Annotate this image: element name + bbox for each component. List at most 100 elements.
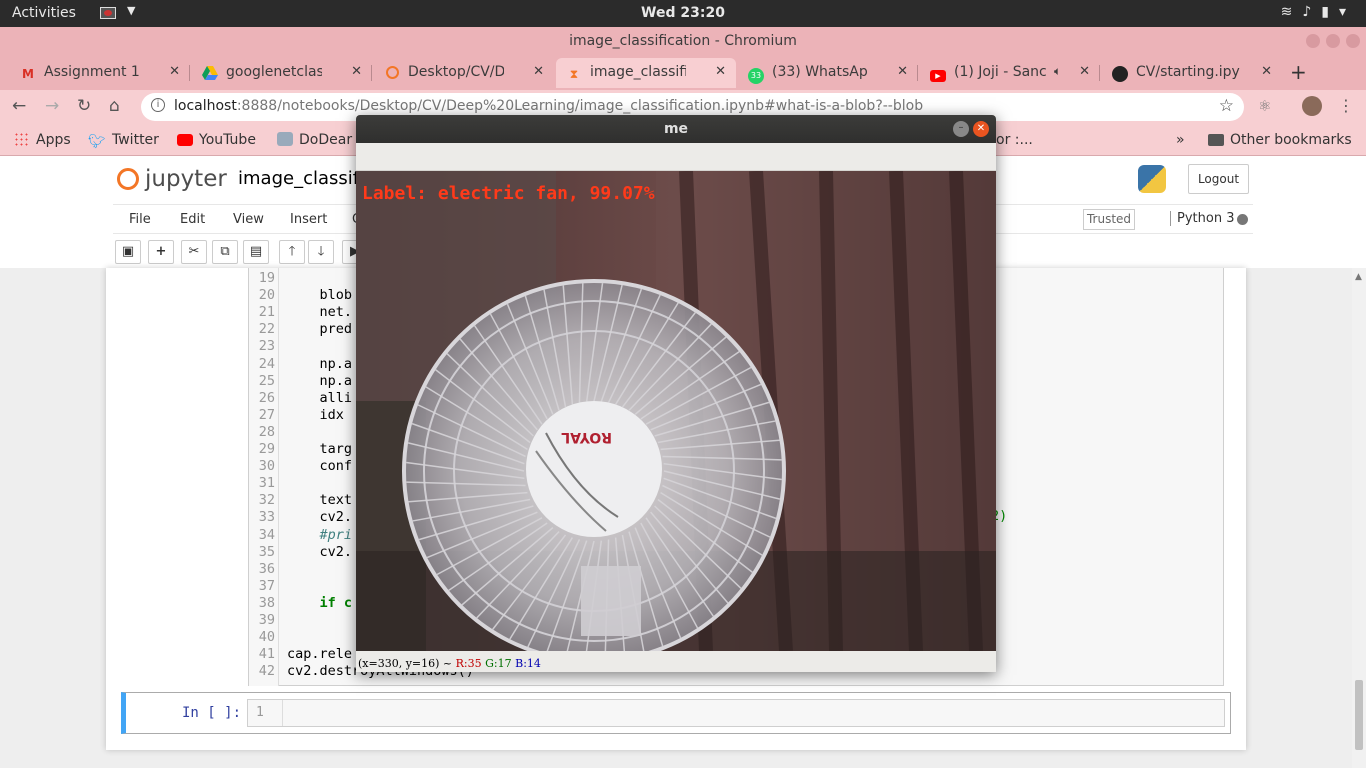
youtube-icon: ▶ <box>930 66 946 82</box>
site-info-icon[interactable]: i <box>151 98 165 112</box>
close-tab-icon[interactable]: ✕ <box>169 64 180 79</box>
close-tab-icon[interactable]: ✕ <box>533 64 544 79</box>
forward-icon[interactable]: → <box>45 96 59 116</box>
line-number: 22 <box>258 321 275 338</box>
tab-whatsapp[interactable]: 33 (33) WhatsApp ✕ <box>738 58 918 88</box>
line-number: 29 <box>258 441 275 457</box>
line-number: 37 <box>258 577 275 594</box>
code-line: cap.rele <box>287 646 353 663</box>
kernel-status-icon <box>1237 214 1248 225</box>
code-line: idx <box>287 406 344 423</box>
cut-icon[interactable]: ✂ <box>181 240 207 264</box>
new-tab-button[interactable]: + <box>1290 60 1307 84</box>
bookmarks-overflow-button[interactable]: » <box>1176 132 1185 148</box>
kernel-name: Python 3 <box>1170 211 1234 226</box>
bookmark-other[interactable]: Other bookmarks <box>1208 132 1352 148</box>
tab-google-drive[interactable]: googlenetclass - G ✕ <box>192 58 372 88</box>
code-line: blob <box>287 287 353 304</box>
logout-button[interactable]: Logout <box>1188 164 1249 194</box>
extension-icon[interactable]: ⚛ <box>1258 97 1271 115</box>
bookmark-star-icon[interactable]: ☆ <box>1219 96 1234 116</box>
bookmark-twitter[interactable]: 🐦︎ Twitter <box>88 132 159 150</box>
bookmark-youtube[interactable]: YouTube <box>177 132 256 148</box>
line-number: 28 <box>258 423 275 440</box>
line-number: 34 <box>258 526 275 543</box>
hourglass-icon: ⧗ <box>569 67 579 81</box>
tab-image-classification[interactable]: ⧗ image_classificat ✕ <box>556 58 736 88</box>
add-cell-icon[interactable]: + <box>148 240 174 264</box>
whatsapp-icon: 33 <box>748 66 764 84</box>
system-tray[interactable]: ≋♪▮▾ <box>1281 4 1356 20</box>
notebook-title[interactable]: image_classifi <box>238 168 364 189</box>
tab-strip: M Assignment 1 - rk ✕ googlenetclass - G… <box>0 56 1366 90</box>
scroll-up-icon[interactable]: ▲ <box>1355 272 1362 282</box>
url-text[interactable]: localhost:8888/notebooks/Desktop/CV/Deep… <box>174 98 923 114</box>
minimize-window-icon[interactable] <box>1306 34 1320 48</box>
close-tab-icon[interactable]: ✕ <box>1079 64 1090 79</box>
menu-file[interactable]: File <box>129 212 151 227</box>
code-line: #pri <box>287 526 353 543</box>
line-number: 39 <box>258 612 275 628</box>
close-tab-icon[interactable]: ✕ <box>897 64 908 79</box>
tab-label: (1) Joji - Sanct <box>954 64 1046 80</box>
empty-code-cell[interactable]: In [ ]: 1 <box>121 692 1231 734</box>
avatar[interactable] <box>1302 96 1322 116</box>
line-number: 23 <box>258 338 275 355</box>
tab-youtube[interactable]: ▶ (1) Joji - Sanct 🔈︎ ✕ <box>920 58 1100 88</box>
code-line: targ <box>287 441 353 457</box>
tab-gmail[interactable]: M Assignment 1 - rk ✕ <box>10 58 190 88</box>
pixel-red-value: R:35 <box>455 657 482 670</box>
jupyter-logo[interactable]: jupyter <box>117 166 227 192</box>
home-icon[interactable]: ⌂ <box>109 96 120 116</box>
line-number: 30 <box>258 458 275 475</box>
close-tab-icon[interactable]: ✕ <box>351 64 362 79</box>
line-number: 27 <box>258 406 275 423</box>
kebab-menu-icon[interactable]: ⋮ <box>1338 96 1354 115</box>
apps-grid-icon <box>14 132 30 146</box>
reload-icon[interactable]: ↻ <box>77 96 91 116</box>
chevron-down-icon: ▾ <box>1338 4 1356 20</box>
line-number: 41 <box>258 646 275 663</box>
bookmark-apps[interactable]: Apps <box>14 132 71 148</box>
move-down-icon[interactable]: 🡓 <box>308 240 334 264</box>
page-scrollbar[interactable]: ▲ <box>1352 268 1366 768</box>
close-tab-icon[interactable]: ✕ <box>715 64 726 79</box>
opencv-window-titlebar[interactable]: me – ✕ <box>356 115 996 143</box>
line-number: 31 <box>258 475 275 492</box>
github-icon <box>1112 66 1128 82</box>
save-icon[interactable]: ▣ <box>115 240 141 264</box>
move-up-icon[interactable]: 🡑 <box>279 240 305 264</box>
menu-view[interactable]: View <box>233 212 264 227</box>
close-icon[interactable]: ✕ <box>973 121 989 137</box>
volume-icon: ♪ <box>1302 4 1322 20</box>
folder-icon <box>1208 134 1224 146</box>
webcam-frame[interactable]: ROYAL Label: electric fan, 99.07% <box>356 171 996 651</box>
code-line: np.a <box>287 355 353 372</box>
opencv-window[interactable]: me – ✕ ROYAL Label: electric fan, 99.07%… <box>356 115 996 672</box>
line-number: 21 <box>258 304 275 321</box>
menu-edit[interactable]: Edit <box>180 212 205 227</box>
cell-input[interactable]: 1 <box>247 699 1225 727</box>
clock[interactable]: Wed 23:20 <box>0 5 1366 21</box>
paste-icon[interactable]: ▤ <box>243 240 269 264</box>
tab-jupyter-tree[interactable]: Desktop/CV/Dee ✕ <box>374 58 554 88</box>
window-titlebar: image_classification - Chromium <box>0 27 1366 56</box>
tab-label: googlenetclass - G <box>226 64 322 80</box>
bookmark-truncated[interactable]: or :... <box>996 132 1033 148</box>
copy-icon[interactable]: ⧉ <box>212 240 238 264</box>
speaker-icon[interactable]: 🔈︎ <box>1054 64 1061 79</box>
tab-github[interactable]: CV/starting.ipynb ✕ <box>1102 58 1282 88</box>
back-icon[interactable]: ← <box>12 96 26 116</box>
scrollbar-thumb[interactable] <box>1355 680 1363 750</box>
maximize-window-icon[interactable] <box>1326 34 1340 48</box>
tab-label: Assignment 1 - rk <box>44 64 140 80</box>
line-number: 20 <box>258 287 275 304</box>
close-tab-icon[interactable]: ✕ <box>1261 64 1272 79</box>
minimize-icon[interactable]: – <box>953 121 969 137</box>
twitter-icon: 🐦︎ <box>88 134 106 150</box>
bookmark-dodear[interactable]: DoDear <box>277 132 352 148</box>
close-window-icon[interactable] <box>1346 34 1360 48</box>
trusted-badge[interactable]: Trusted <box>1083 209 1135 230</box>
menu-insert[interactable]: Insert <box>290 212 327 227</box>
wifi-icon: ≋ <box>1280 4 1303 20</box>
